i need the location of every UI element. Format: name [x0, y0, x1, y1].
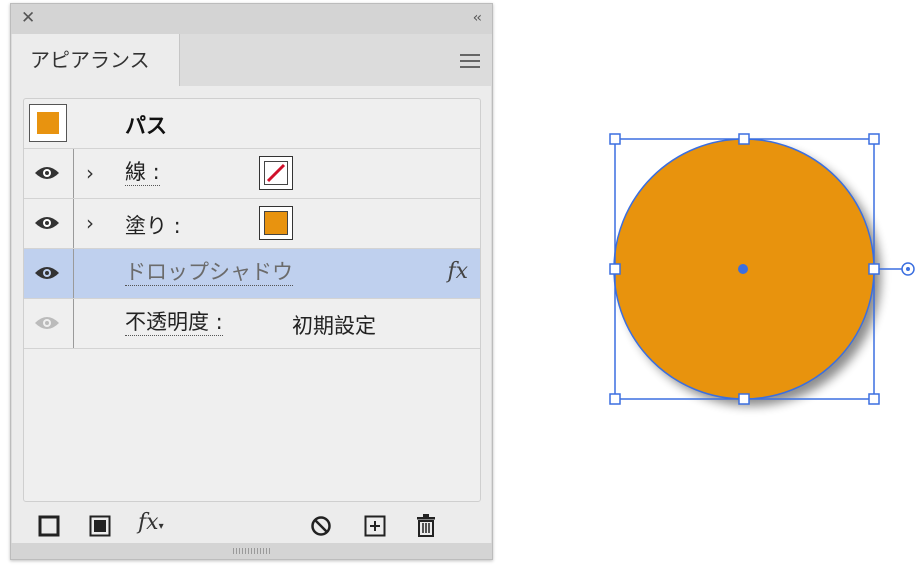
handle-middle-right[interactable] [868, 263, 880, 275]
close-icon[interactable]: ✕ [21, 10, 35, 27]
chevron-right-icon[interactable]: › [86, 161, 94, 185]
tab-appearance[interactable]: アピアランス [12, 34, 180, 86]
list-item-stroke[interactable]: › 線 : [24, 149, 480, 199]
handle-top-right[interactable] [868, 133, 880, 145]
path-thumbnail [29, 104, 67, 142]
eye-icon [35, 167, 59, 179]
fill-color [264, 211, 288, 235]
pie-widget-dot [906, 267, 910, 271]
eye-icon [35, 217, 59, 229]
opacity-value: 初期設定 [292, 314, 376, 338]
none-swatch [264, 161, 288, 185]
add-new-stroke-icon[interactable] [38, 515, 60, 537]
stroke-label[interactable]: 線 : [125, 160, 160, 186]
visibility-toggle[interactable] [24, 149, 74, 198]
handle-bottom-left[interactable] [609, 393, 621, 405]
handle-bottom-center[interactable] [738, 393, 750, 405]
panel-menu-icon[interactable] [460, 54, 480, 68]
artboard-canvas [609, 133, 915, 405]
panel-titlebar: ✕ ‹‹ [11, 4, 492, 34]
fill-swatch[interactable] [259, 206, 293, 240]
clear-appearance-icon[interactable] [310, 515, 332, 537]
delete-icon[interactable] [415, 513, 437, 537]
duplicate-item-icon[interactable] [364, 515, 386, 537]
path-header-row[interactable]: パス [24, 99, 480, 149]
panel-content: パス › 線 : › 塗り: ドロップシャドウ fx 不透明度: 初期設定 … [12, 86, 491, 546]
center-point [738, 264, 748, 274]
eye-icon [35, 267, 59, 279]
eye-icon [35, 317, 59, 329]
list-item-opacity[interactable]: 不透明度 : 初期設定 [24, 299, 480, 349]
collapse-icon[interactable]: ‹‹ [473, 10, 482, 26]
appearance-panel: ✕ ‹‹ アピアランス パス › 線 : › 塗り: ドロップシャドウ fx … [10, 3, 493, 560]
appearance-list: パス › 線 : › 塗り: ドロップシャドウ fx 不透明度: 初期設定 [23, 98, 481, 502]
visibility-toggle[interactable] [24, 199, 74, 248]
list-item-fill[interactable]: › 塗り : [24, 199, 480, 249]
list-item-drop-shadow[interactable]: ドロップシャドウ fx [24, 249, 480, 299]
add-new-fill-icon[interactable] [89, 515, 111, 537]
handle-bottom-right[interactable] [868, 393, 880, 405]
fx-icon: fx [447, 259, 468, 284]
fill-label: 塗り : [125, 214, 181, 238]
resize-handle[interactable] [11, 543, 492, 559]
visibility-toggle[interactable] [24, 249, 74, 298]
chevron-right-icon[interactable]: › [86, 211, 94, 235]
add-effect-label: fx [138, 510, 159, 535]
visibility-toggle[interactable] [24, 299, 74, 348]
handle-middle-left[interactable] [609, 263, 621, 275]
path-title: パス [125, 114, 167, 138]
drop-shadow-label[interactable]: ドロップシャドウ [125, 260, 293, 286]
handle-top-center[interactable] [738, 133, 750, 145]
opacity-label[interactable]: 不透明度 : [125, 310, 223, 336]
add-effect-icon[interactable]: fx▾ [138, 510, 164, 535]
grip-icon [233, 548, 271, 554]
handle-top-left[interactable] [609, 133, 621, 145]
stroke-swatch[interactable] [259, 156, 293, 190]
